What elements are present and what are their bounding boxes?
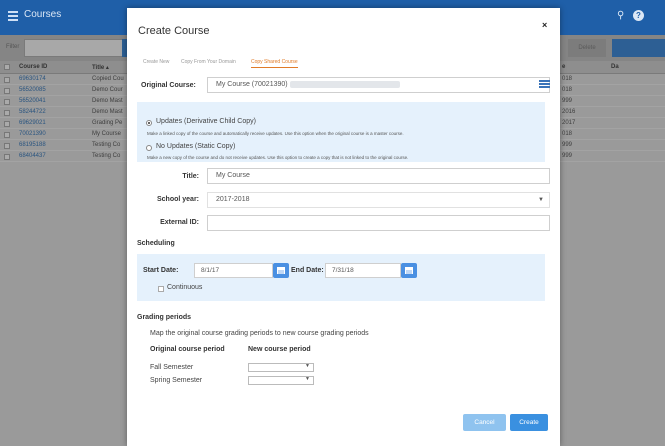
original-period-column: Original course period	[150, 346, 225, 353]
chevron-down-icon: ▼	[538, 197, 544, 203]
scheduling-section: Start Date: 8/1/17 End Date: 7/31/18 Con…	[137, 254, 545, 301]
create-button[interactable]: Create	[510, 414, 548, 431]
help-icon[interactable]: ?	[633, 10, 644, 21]
update-options: Updates (Derivative Child Copy) Make a l…	[137, 102, 545, 162]
menu-icon[interactable]	[8, 11, 18, 21]
static-copy-title: No Updates (Static Copy)	[156, 143, 236, 150]
course-id[interactable]: 69629021	[19, 120, 46, 126]
end-date-input[interactable]: 7/31/18	[325, 263, 401, 278]
course-year: 018	[562, 87, 573, 93]
row-checkbox[interactable]	[4, 143, 10, 149]
close-icon[interactable]: ×	[542, 20, 547, 30]
fall-semester-period-select[interactable]: ▼	[248, 363, 314, 372]
course-title: Testing Co	[92, 153, 121, 159]
course-year: 999	[562, 153, 573, 159]
continuous-label: Continuous	[167, 284, 203, 291]
row-checkbox[interactable]	[4, 132, 10, 138]
course-id[interactable]: 69630174	[19, 76, 46, 82]
new-period-column: New course period	[248, 346, 311, 353]
original-course-value: My Course (70021390)	[216, 81, 288, 88]
original-course-field[interactable]: My Course (70021390)	[207, 77, 550, 93]
chevron-down-icon: ▼	[305, 363, 310, 369]
row-checkbox[interactable]	[4, 99, 10, 105]
original-course-label: Original Course:	[141, 82, 196, 89]
external-id-input[interactable]	[207, 215, 550, 231]
start-date-input[interactable]: 8/1/17	[194, 263, 273, 278]
start-date-calendar-button[interactable]	[273, 263, 289, 278]
row-checkbox[interactable]	[4, 121, 10, 127]
filter-label: Filter	[6, 44, 20, 50]
course-title: Copied Cou	[92, 76, 124, 82]
row-checkbox[interactable]	[4, 77, 10, 83]
course-year: 2016	[562, 109, 576, 115]
calendar-icon	[405, 267, 413, 274]
end-date-calendar-button[interactable]	[401, 263, 417, 278]
school-year-value: 2017-2018	[216, 196, 250, 203]
grading-periods-heading: Grading periods	[137, 314, 192, 321]
cancel-button[interactable]: Cancel	[463, 414, 506, 431]
derivative-copy-radio[interactable]	[146, 120, 152, 126]
end-date-label: End Date:	[291, 267, 324, 274]
search-icon[interactable]: ⚲	[617, 10, 624, 21]
add-button[interactable]	[612, 39, 665, 57]
period-name: Spring Semester	[150, 377, 203, 384]
course-title: Demo Mast	[92, 98, 123, 104]
column-date[interactable]: Da	[611, 64, 619, 70]
row-checkbox[interactable]	[4, 88, 10, 94]
course-id[interactable]: 68404437	[19, 153, 46, 159]
row-checkbox[interactable]	[4, 154, 10, 160]
tab-copy-from-domain[interactable]: Copy From Your Domain	[181, 59, 236, 65]
redacted-text	[289, 80, 400, 88]
course-year: 018	[562, 131, 573, 137]
course-title: Testing Co	[92, 142, 121, 148]
course-title: Demo Mast	[92, 109, 123, 115]
school-year-label: School year:	[156, 196, 199, 203]
select-all-checkbox[interactable]	[4, 64, 10, 70]
app-title: Courses	[24, 9, 62, 20]
course-id[interactable]: 70021390	[19, 131, 46, 137]
create-course-dialog: Create Course × Create New Copy From You…	[127, 8, 560, 446]
calendar-icon	[277, 267, 285, 274]
title-label: Title:	[182, 173, 199, 180]
dialog-title: Create Course	[138, 25, 210, 37]
course-picker-icon[interactable]	[539, 80, 550, 91]
course-title: My Course	[92, 131, 122, 137]
tab-copy-shared-course[interactable]: Copy Shared Course	[251, 59, 298, 68]
static-copy-desc: Make a new copy of the course and do not…	[147, 155, 409, 160]
course-title: Demo Cour	[92, 87, 123, 93]
period-name: Fall Semester	[150, 364, 194, 371]
column-school-year[interactable]: e	[562, 64, 565, 70]
course-id[interactable]: 56520041	[19, 98, 46, 104]
title-input[interactable]: My Course	[207, 168, 550, 184]
start-date-label: Start Date:	[143, 267, 179, 274]
spring-semester-period-select[interactable]: ▼	[248, 376, 314, 385]
filter-input[interactable]	[24, 39, 124, 57]
school-year-select[interactable]: 2017-2018 ▼	[207, 192, 550, 208]
row-checkbox[interactable]	[4, 110, 10, 116]
course-id[interactable]: 68195188	[19, 142, 46, 148]
external-id-label: External ID:	[160, 219, 199, 226]
scheduling-heading: Scheduling	[137, 240, 175, 247]
column-course-id[interactable]: Course ID	[19, 64, 47, 70]
course-id[interactable]: 56520085	[19, 87, 46, 93]
course-title: Grading Pe	[92, 120, 123, 126]
column-title[interactable]: Title ▴	[92, 64, 109, 71]
course-id[interactable]: 58244722	[19, 109, 46, 115]
delete-button[interactable]: Delete	[568, 39, 606, 57]
continuous-checkbox[interactable]	[158, 286, 164, 292]
course-year: 2017	[562, 120, 576, 126]
derivative-copy-title: Updates (Derivative Child Copy)	[156, 118, 256, 125]
course-year: 999	[562, 98, 573, 104]
course-year: 999	[562, 142, 573, 148]
grading-periods-desc: Map the original course grading periods …	[150, 330, 369, 337]
derivative-copy-desc: Make a linked copy of the course and aut…	[147, 131, 404, 136]
course-year: 018	[562, 76, 573, 82]
static-copy-radio[interactable]	[146, 145, 152, 151]
tab-create-new[interactable]: Create New	[143, 59, 169, 65]
chevron-down-icon: ▼	[305, 376, 310, 382]
